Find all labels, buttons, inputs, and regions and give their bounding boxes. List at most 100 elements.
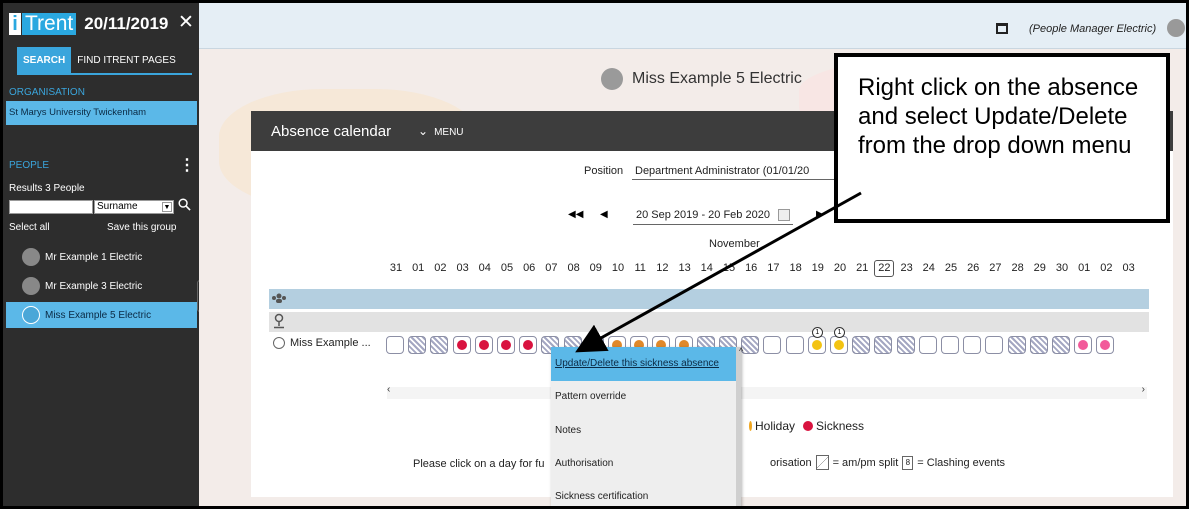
day-number: 10 [611,262,625,274]
location-pin-icon [274,313,284,329]
footer-instruction: Please click on a day for fu [413,458,545,470]
calendar-day-cell[interactable]: 1 [807,327,826,354]
day-number: 13 [678,262,691,274]
calendar-day-cell[interactable] [408,336,427,354]
tab-search[interactable]: SEARCH [17,47,72,73]
calendar-day-cell[interactable] [763,336,782,354]
tab-find-itrent-pages[interactable]: FIND ITRENT PAGES [71,47,182,73]
sickness-marker [501,340,511,350]
date-range-field[interactable]: 20 Sep 2019 - 20 Feb 2020 [633,209,793,225]
calendar-day-cell[interactable] [386,336,404,354]
organisation-value[interactable]: St Marys University Twickenham [6,101,197,125]
day-number: 12 [656,262,669,274]
people-label: PEOPLE [9,160,50,171]
logo-text: Trent [22,13,77,35]
calendar-day-cell[interactable] [519,336,538,354]
screenshot-frame: i Trent 20/11/2019 ✕ SEARCH FIND ITRENT … [0,0,1189,509]
calendar-day-cell[interactable] [1096,336,1115,354]
calendar-day-cell[interactable] [874,336,893,354]
calendar-menu-button[interactable]: ⌄ MENU [418,124,464,138]
calendar-day-cell[interactable] [452,336,471,354]
day-number: 17 [767,262,780,274]
group-icon [272,293,286,303]
next-icon[interactable]: ▶ [816,209,824,220]
day-number: 02 [1100,262,1113,274]
previous-icon[interactable]: ◀ [600,209,608,220]
people-list-item[interactable]: Mr Example 1 Electric [6,244,197,270]
legend-holiday: Holiday [755,419,796,433]
menu-item-notes[interactable]: Notes [551,414,736,448]
people-list-item[interactable]: Mr Example 3 Electric [6,273,197,299]
first-page-icon[interactable]: ◀◀ [568,209,583,220]
calendar-day-cell[interactable] [918,336,937,354]
sickness-legend-swatch [803,421,814,431]
close-icon[interactable]: ✕ [178,11,194,34]
calendar-icon[interactable] [778,209,790,221]
sort-select[interactable]: Surname ▼ [94,200,174,214]
calendar-day-cell[interactable] [896,336,915,354]
calendar-day-cell[interactable] [474,336,493,354]
scroll-left-icon[interactable]: ‹ [387,384,390,395]
calendar-day-cell[interactable] [852,336,871,354]
sidebar: i Trent 20/11/2019 ✕ SEARCH FIND ITRENT … [3,3,199,506]
day-number: 15 [722,262,736,274]
footer-key-split: = am/pm split [832,456,899,469]
legend-sickness: Sickness [816,419,865,433]
day-number: 21 [856,262,869,274]
calendar-day-cell[interactable] [430,336,449,354]
holiday-legend-swatch [749,421,752,431]
scroll-right-icon[interactable]: › [1142,384,1145,395]
menu-item-sickness-certification[interactable]: Sickness certification [551,480,736,506]
position-label: Position [584,165,624,177]
select-all-link[interactable]: Select all [9,222,50,233]
day-number: 20 [833,262,847,274]
sickness-marker [456,340,467,350]
calendar-day-cell[interactable] [1007,336,1026,354]
legend: Holiday Sickness [749,419,864,433]
calendar-day-cell[interactable] [985,336,1004,354]
context-menu-scrollbar[interactable] [736,347,741,506]
day-number: 03 [1122,262,1135,274]
window-icon[interactable] [996,23,1008,34]
calendar-day-cell[interactable] [1074,336,1093,354]
chevron-down-icon: ▼ [162,202,172,212]
calendar-day-cell[interactable] [963,336,982,354]
calendar-day-cell[interactable] [941,336,959,354]
calendar-day-cell[interactable] [785,336,804,354]
menu-item-pattern-override[interactable]: Pattern override [551,380,736,414]
horizontal-scrollbar[interactable]: ‹ › [387,384,1147,399]
menu-item-update-delete[interactable]: Update/Delete this sickness absence [551,347,736,381]
sun-icon [811,340,822,350]
day-number: 19 [811,262,824,274]
search-icon[interactable] [178,198,191,211]
chevron-down-icon: ⌄ [418,124,429,138]
calendar-day-cell[interactable]: 1 [830,327,848,354]
day-number: 03 [456,262,469,274]
person-name: Mr Example 3 Electric [45,280,143,292]
clash-count-badge: 1 [834,327,845,338]
sun-icon [834,340,844,350]
chevron-up-icon[interactable]: ^ [739,346,743,356]
calendar-day-cell[interactable] [741,336,760,354]
save-group-link[interactable]: Save this group [107,222,177,233]
user-avatar-icon[interactable] [1167,19,1185,37]
calendar-day-cell[interactable] [1029,336,1048,354]
menu-item-authorisation[interactable]: Authorisation [551,447,736,481]
date-range-value: 20 Sep 2019 - 20 Feb 2020 [636,209,770,221]
day-number: 27 [989,262,1002,274]
day-number: 06 [523,262,536,274]
position-select[interactable]: Department Administrator (01/01/20 [632,162,842,180]
group-row [269,289,1149,309]
person-row-label: Miss Example ... [273,337,371,349]
calendar-day-cell[interactable] [497,336,515,354]
people-list-item-selected[interactable]: Miss Example 5 Electric [6,302,197,328]
day-number: 05 [500,262,514,274]
brand: i Trent 20/11/2019 [9,9,168,39]
footer-key-clash: = Clashing events [917,456,1006,469]
day-number: 01 [1078,262,1091,274]
day-number: 04 [478,262,491,274]
sort-select-value: Surname [97,201,138,212]
people-search-input[interactable] [9,200,93,214]
calendar-day-cell[interactable] [1052,336,1070,354]
people-options-icon[interactable]: ⋮ [179,155,195,175]
